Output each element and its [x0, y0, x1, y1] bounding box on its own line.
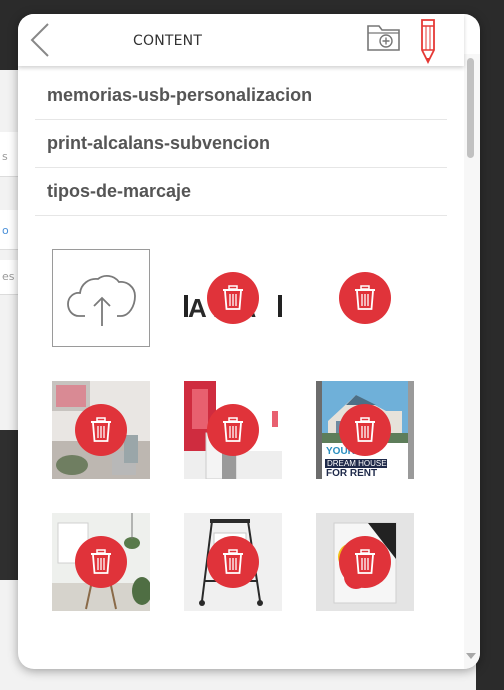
content-modal: CONTENT memorias-usb-personalizacion pri…: [18, 14, 480, 669]
folder-item[interactable]: memorias-usb-personalizacion: [35, 72, 447, 120]
delete-button[interactable]: [207, 404, 259, 456]
background-dark-right: [476, 0, 504, 690]
background-dark-panel: [0, 430, 18, 580]
back-button[interactable]: [26, 22, 56, 58]
poster-text: FOR RENT: [326, 468, 378, 479]
header-title: CONTENT: [133, 33, 203, 49]
image-tile[interactable]: [184, 381, 282, 479]
scrollbar-thumb[interactable]: [467, 58, 474, 158]
trash-icon: [91, 417, 111, 442]
folder-item[interactable]: tipos-de-marcaje: [35, 168, 447, 216]
background-letter: o: [2, 224, 9, 237]
trash-icon: [223, 285, 243, 310]
modal-header: CONTENT: [18, 14, 464, 66]
delete-button[interactable]: [207, 272, 259, 324]
image-tile[interactable]: W: [184, 513, 282, 611]
delete-button[interactable]: [339, 536, 391, 588]
delete-button[interactable]: [339, 404, 391, 456]
trash-icon: [223, 417, 243, 442]
folder-item[interactable]: print-alcalans-subvencion: [35, 120, 447, 168]
delete-button[interactable]: [339, 272, 391, 324]
scroll-down-arrow[interactable]: [466, 653, 476, 659]
background-letter: s: [2, 150, 8, 163]
trash-icon: [355, 285, 375, 310]
poster-text: DREAM HOUSE: [327, 459, 387, 468]
folder-add-icon: [367, 25, 400, 51]
edit-button[interactable]: [416, 16, 440, 65]
trash-icon: [355, 549, 375, 574]
trash-icon: [355, 417, 375, 442]
image-tile[interactable]: YOUR DREAM HOUSE FOR RENT: [316, 381, 414, 479]
trash-icon: [223, 549, 243, 574]
upload-tile[interactable]: [52, 249, 150, 347]
folder-list: memorias-usb-personalizacion print-alcal…: [35, 72, 447, 216]
chevron-left-icon: [30, 23, 49, 57]
delete-button[interactable]: [75, 404, 127, 456]
image-tile[interactable]: [52, 381, 150, 479]
image-tile[interactable]: AKA: [184, 249, 282, 347]
image-tile[interactable]: [52, 513, 150, 611]
image-tile[interactable]: [316, 513, 414, 611]
pencil-icon: [421, 19, 435, 65]
add-folder-button[interactable]: [365, 20, 403, 54]
delete-button[interactable]: [75, 536, 127, 588]
cloud-upload-icon: [67, 275, 136, 326]
trash-icon: [91, 549, 111, 574]
background-letter: es: [2, 270, 15, 283]
delete-button[interactable]: [207, 536, 259, 588]
image-tile[interactable]: [316, 249, 414, 347]
